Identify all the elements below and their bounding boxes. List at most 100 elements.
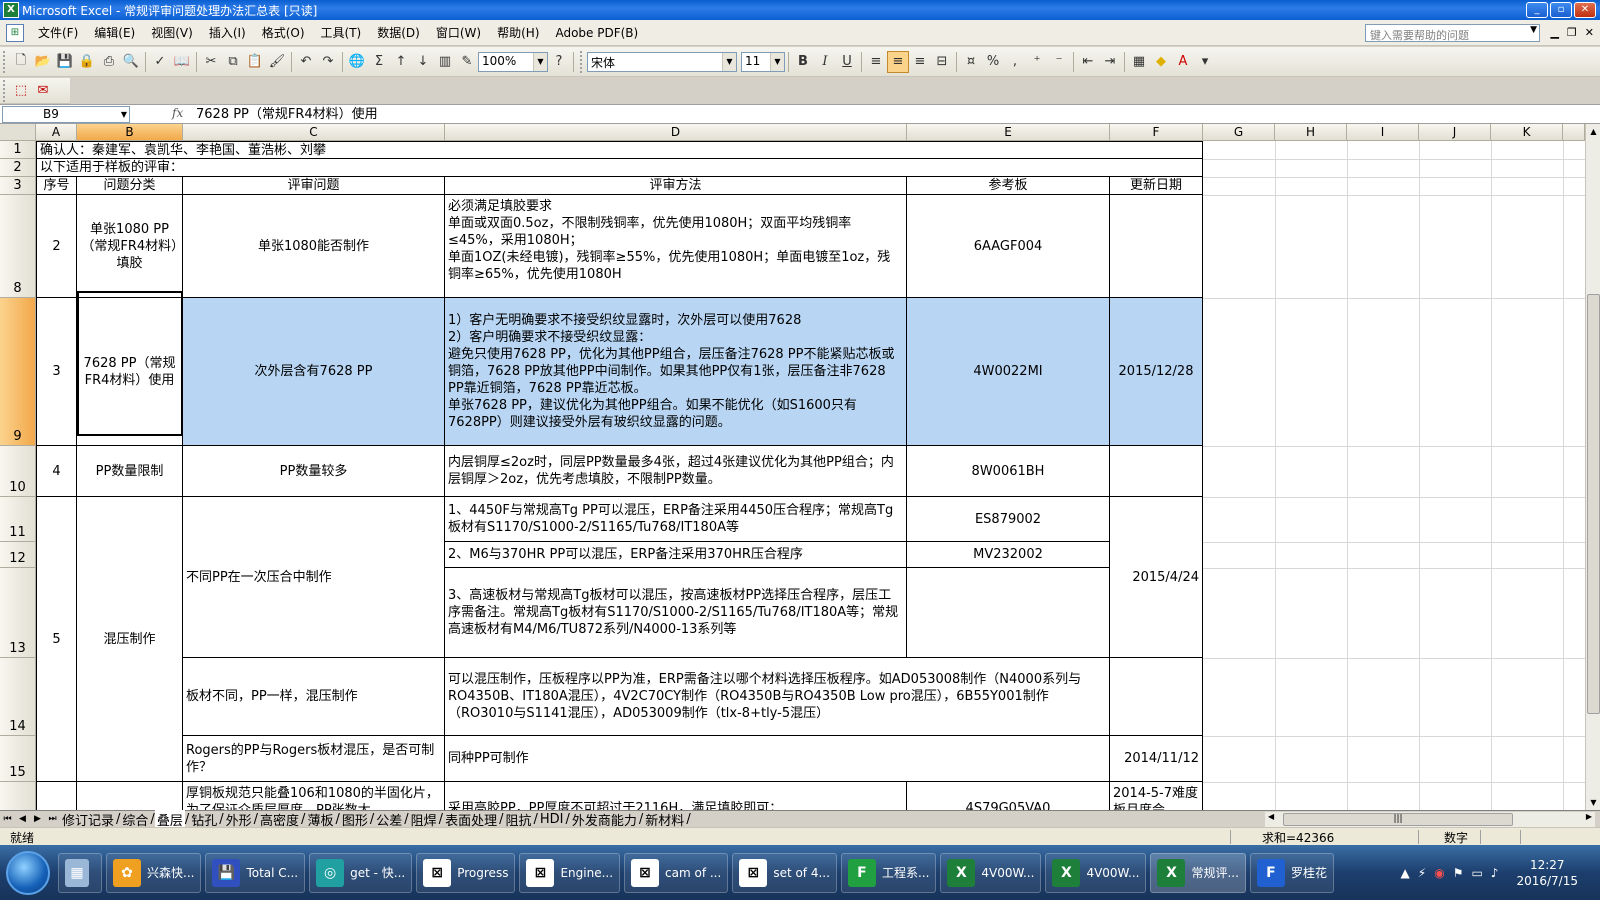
- tab-tolerance[interactable]: 公差: [374, 810, 404, 829]
- row-header-11[interactable]: 11: [0, 497, 36, 542]
- column-header-i[interactable]: I: [1347, 124, 1419, 141]
- menu-format[interactable]: 格式(O): [254, 21, 313, 45]
- clock[interactable]: 12:27 2016/7/15: [1516, 857, 1578, 889]
- tab-thin-board[interactable]: 薄板: [305, 810, 335, 829]
- currency-icon[interactable]: ¤: [960, 51, 982, 73]
- print-icon[interactable]: ⎙: [98, 51, 120, 73]
- row-header-3[interactable]: 3: [0, 177, 36, 195]
- prev-sheet-icon[interactable]: ◀: [15, 814, 30, 824]
- column-header-d[interactable]: D: [445, 124, 907, 141]
- vertical-scroll-thumb[interactable]: [1587, 294, 1600, 714]
- task-total-commander[interactable]: 💾 Total C...: [205, 852, 306, 893]
- drawing-icon[interactable]: ✎: [456, 51, 478, 73]
- document-icon[interactable]: ⊞: [6, 23, 24, 42]
- tab-hdi[interactable]: HDI: [538, 812, 566, 827]
- tab-drilling[interactable]: 钻孔: [189, 810, 219, 829]
- row8-seq[interactable]: 2: [36, 195, 77, 298]
- horizontal-scroll-thumb[interactable]: |||: [1283, 813, 1513, 826]
- row12-method[interactable]: 2、M6与370HR PP可以混压，ERP备注采用370HR压合程序: [445, 542, 907, 568]
- row16-reference[interactable]: 4S79G05VA0: [907, 782, 1110, 810]
- row8-reference[interactable]: 6AAGF004: [907, 195, 1110, 298]
- tab-new-material[interactable]: 新材料: [643, 810, 686, 829]
- redo-icon[interactable]: ↷: [317, 51, 339, 73]
- help-search-input[interactable]: 键入需要帮助的问题 ▼: [1365, 24, 1540, 42]
- align-center-icon[interactable]: ≡: [887, 50, 909, 73]
- menu-help[interactable]: 帮助(H): [489, 21, 547, 45]
- task-excel-1[interactable]: X 4V00W...: [940, 852, 1042, 893]
- column-header-b[interactable]: B: [77, 124, 183, 141]
- task-cam[interactable]: ⊠ cam of ...: [624, 852, 729, 893]
- merge-center-icon[interactable]: ⊟: [931, 51, 953, 73]
- header-updated[interactable]: 更新日期: [1110, 177, 1203, 195]
- function-icon[interactable]: fx: [172, 106, 183, 120]
- row14-method[interactable]: 可以混压制作，压板程序以PP为准，ERP需备注以哪个材料选择压板程序。如AD05…: [445, 658, 1110, 736]
- menu-edit[interactable]: 编辑(E): [86, 21, 143, 45]
- restore-button[interactable]: ▫: [1550, 2, 1572, 18]
- comma-button[interactable]: ,: [1004, 51, 1026, 73]
- column-header-h[interactable]: H: [1275, 124, 1347, 141]
- task-excel-active[interactable]: X 常规评...: [1150, 852, 1246, 893]
- column-header-a[interactable]: A: [36, 124, 77, 141]
- excel-app-icon[interactable]: X: [3, 2, 19, 18]
- row8-issue[interactable]: 单张1080能否制作: [183, 195, 445, 298]
- header-seq[interactable]: 序号: [36, 177, 77, 195]
- group5-seq[interactable]: 5: [36, 497, 77, 782]
- menu-window[interactable]: 窗口(W): [428, 21, 489, 45]
- font-color-icon[interactable]: A: [1172, 51, 1194, 73]
- new-file-icon[interactable]: 🗋: [10, 51, 32, 73]
- row-header-2[interactable]: 2: [0, 159, 36, 177]
- monitor-icon[interactable]: ▭: [1471, 866, 1482, 880]
- formula-input[interactable]: 7628 PP（常规FR4材料）使用: [196, 106, 378, 123]
- column-header-l[interactable]: [1563, 124, 1585, 141]
- increase-decimal-icon[interactable]: ⁺: [1026, 51, 1048, 73]
- font-size-select[interactable]: 11 ▼: [741, 51, 785, 72]
- row9-method[interactable]: 1）客户无明确要求不接受织纹显露时，次外层可以使用7628 2）客户明确要求不接…: [445, 298, 907, 446]
- vertical-scrollbar[interactable]: ▲ ▼: [1585, 124, 1600, 810]
- antivirus-icon[interactable]: ◉: [1434, 866, 1444, 880]
- row16-seq[interactable]: [36, 782, 77, 810]
- row10-method[interactable]: 内层铜厚≤2oz时，同层PP数量最多4张，超过4张建议优化为其他PP组合；内层铜…: [445, 446, 907, 497]
- name-box[interactable]: B9 ▼: [2, 106, 130, 123]
- pdf-email-icon[interactable]: ✉: [32, 80, 54, 102]
- worksheet-grid[interactable]: A B C D E F G H I J K 1 2 3 8 9 10 11 12…: [0, 124, 1585, 810]
- sort-descending-icon[interactable]: ↓: [412, 51, 434, 73]
- menu-insert[interactable]: 插入(I): [201, 21, 254, 45]
- row13-method[interactable]: 3、高速板材与常规高Tg板材可以混压，按高速板材PP选择压合程序，层压工序需备注…: [445, 568, 907, 658]
- chevron-down-icon[interactable]: ▼: [533, 52, 547, 71]
- cut-icon[interactable]: ✂: [200, 51, 222, 73]
- align-right-icon[interactable]: ≡: [909, 51, 931, 73]
- tab-impedance[interactable]: 阻抗: [503, 810, 533, 829]
- flag-icon[interactable]: ⚑: [1453, 866, 1464, 880]
- scroll-left-icon[interactable]: ◀: [1268, 812, 1274, 821]
- header-reference[interactable]: 参考板: [907, 177, 1110, 195]
- row9-seq[interactable]: 3: [36, 298, 77, 446]
- task-excel-2[interactable]: X 4V00W...: [1045, 852, 1147, 893]
- task-chat[interactable]: F 罗桂花: [1249, 852, 1334, 893]
- row14-issue[interactable]: 板材不同，PP一样，混压制作: [183, 658, 445, 736]
- workbook-minimize-icon[interactable]: ▁: [1550, 26, 1558, 39]
- menu-adobe-pdf[interactable]: Adobe PDF(B): [547, 21, 646, 45]
- tab-revision-log[interactable]: 修订记录: [60, 810, 116, 829]
- italic-button[interactable]: I: [814, 51, 836, 73]
- horizontal-scrollbar[interactable]: ◀ ||| ▶: [1265, 812, 1595, 827]
- last-sheet-icon[interactable]: ⏭: [45, 814, 60, 824]
- row16-updated[interactable]: 2014-5-7难度板月度会: [1110, 782, 1203, 810]
- tab-solder-mask[interactable]: 阻焊: [409, 810, 439, 829]
- chevron-down-icon[interactable]: ▼: [722, 52, 736, 71]
- group5-updated[interactable]: 2015/4/24: [1110, 497, 1203, 658]
- close-button[interactable]: ✕: [1574, 2, 1596, 18]
- row-header-13[interactable]: 13: [0, 568, 36, 658]
- menu-data[interactable]: 数据(D): [369, 21, 428, 45]
- tab-stackup[interactable]: 叠层: [154, 809, 185, 829]
- workbook-close-icon[interactable]: ✕: [1585, 26, 1594, 39]
- tray-expand-icon[interactable]: ▲: [1401, 866, 1410, 880]
- sort-ascending-icon[interactable]: ↑: [390, 51, 412, 73]
- calculator-task[interactable]: ▦: [58, 852, 102, 893]
- row-header-16[interactable]: [0, 782, 36, 810]
- scroll-up-icon[interactable]: ▲: [1586, 124, 1600, 139]
- row9-issue[interactable]: 次外层含有7628 PP: [183, 298, 445, 446]
- align-left-icon[interactable]: ≡: [865, 51, 887, 73]
- decrease-decimal-icon[interactable]: ⁻: [1048, 51, 1070, 73]
- toolbar-grip[interactable]: [3, 50, 7, 73]
- chart-wizard-icon[interactable]: ▥: [434, 51, 456, 73]
